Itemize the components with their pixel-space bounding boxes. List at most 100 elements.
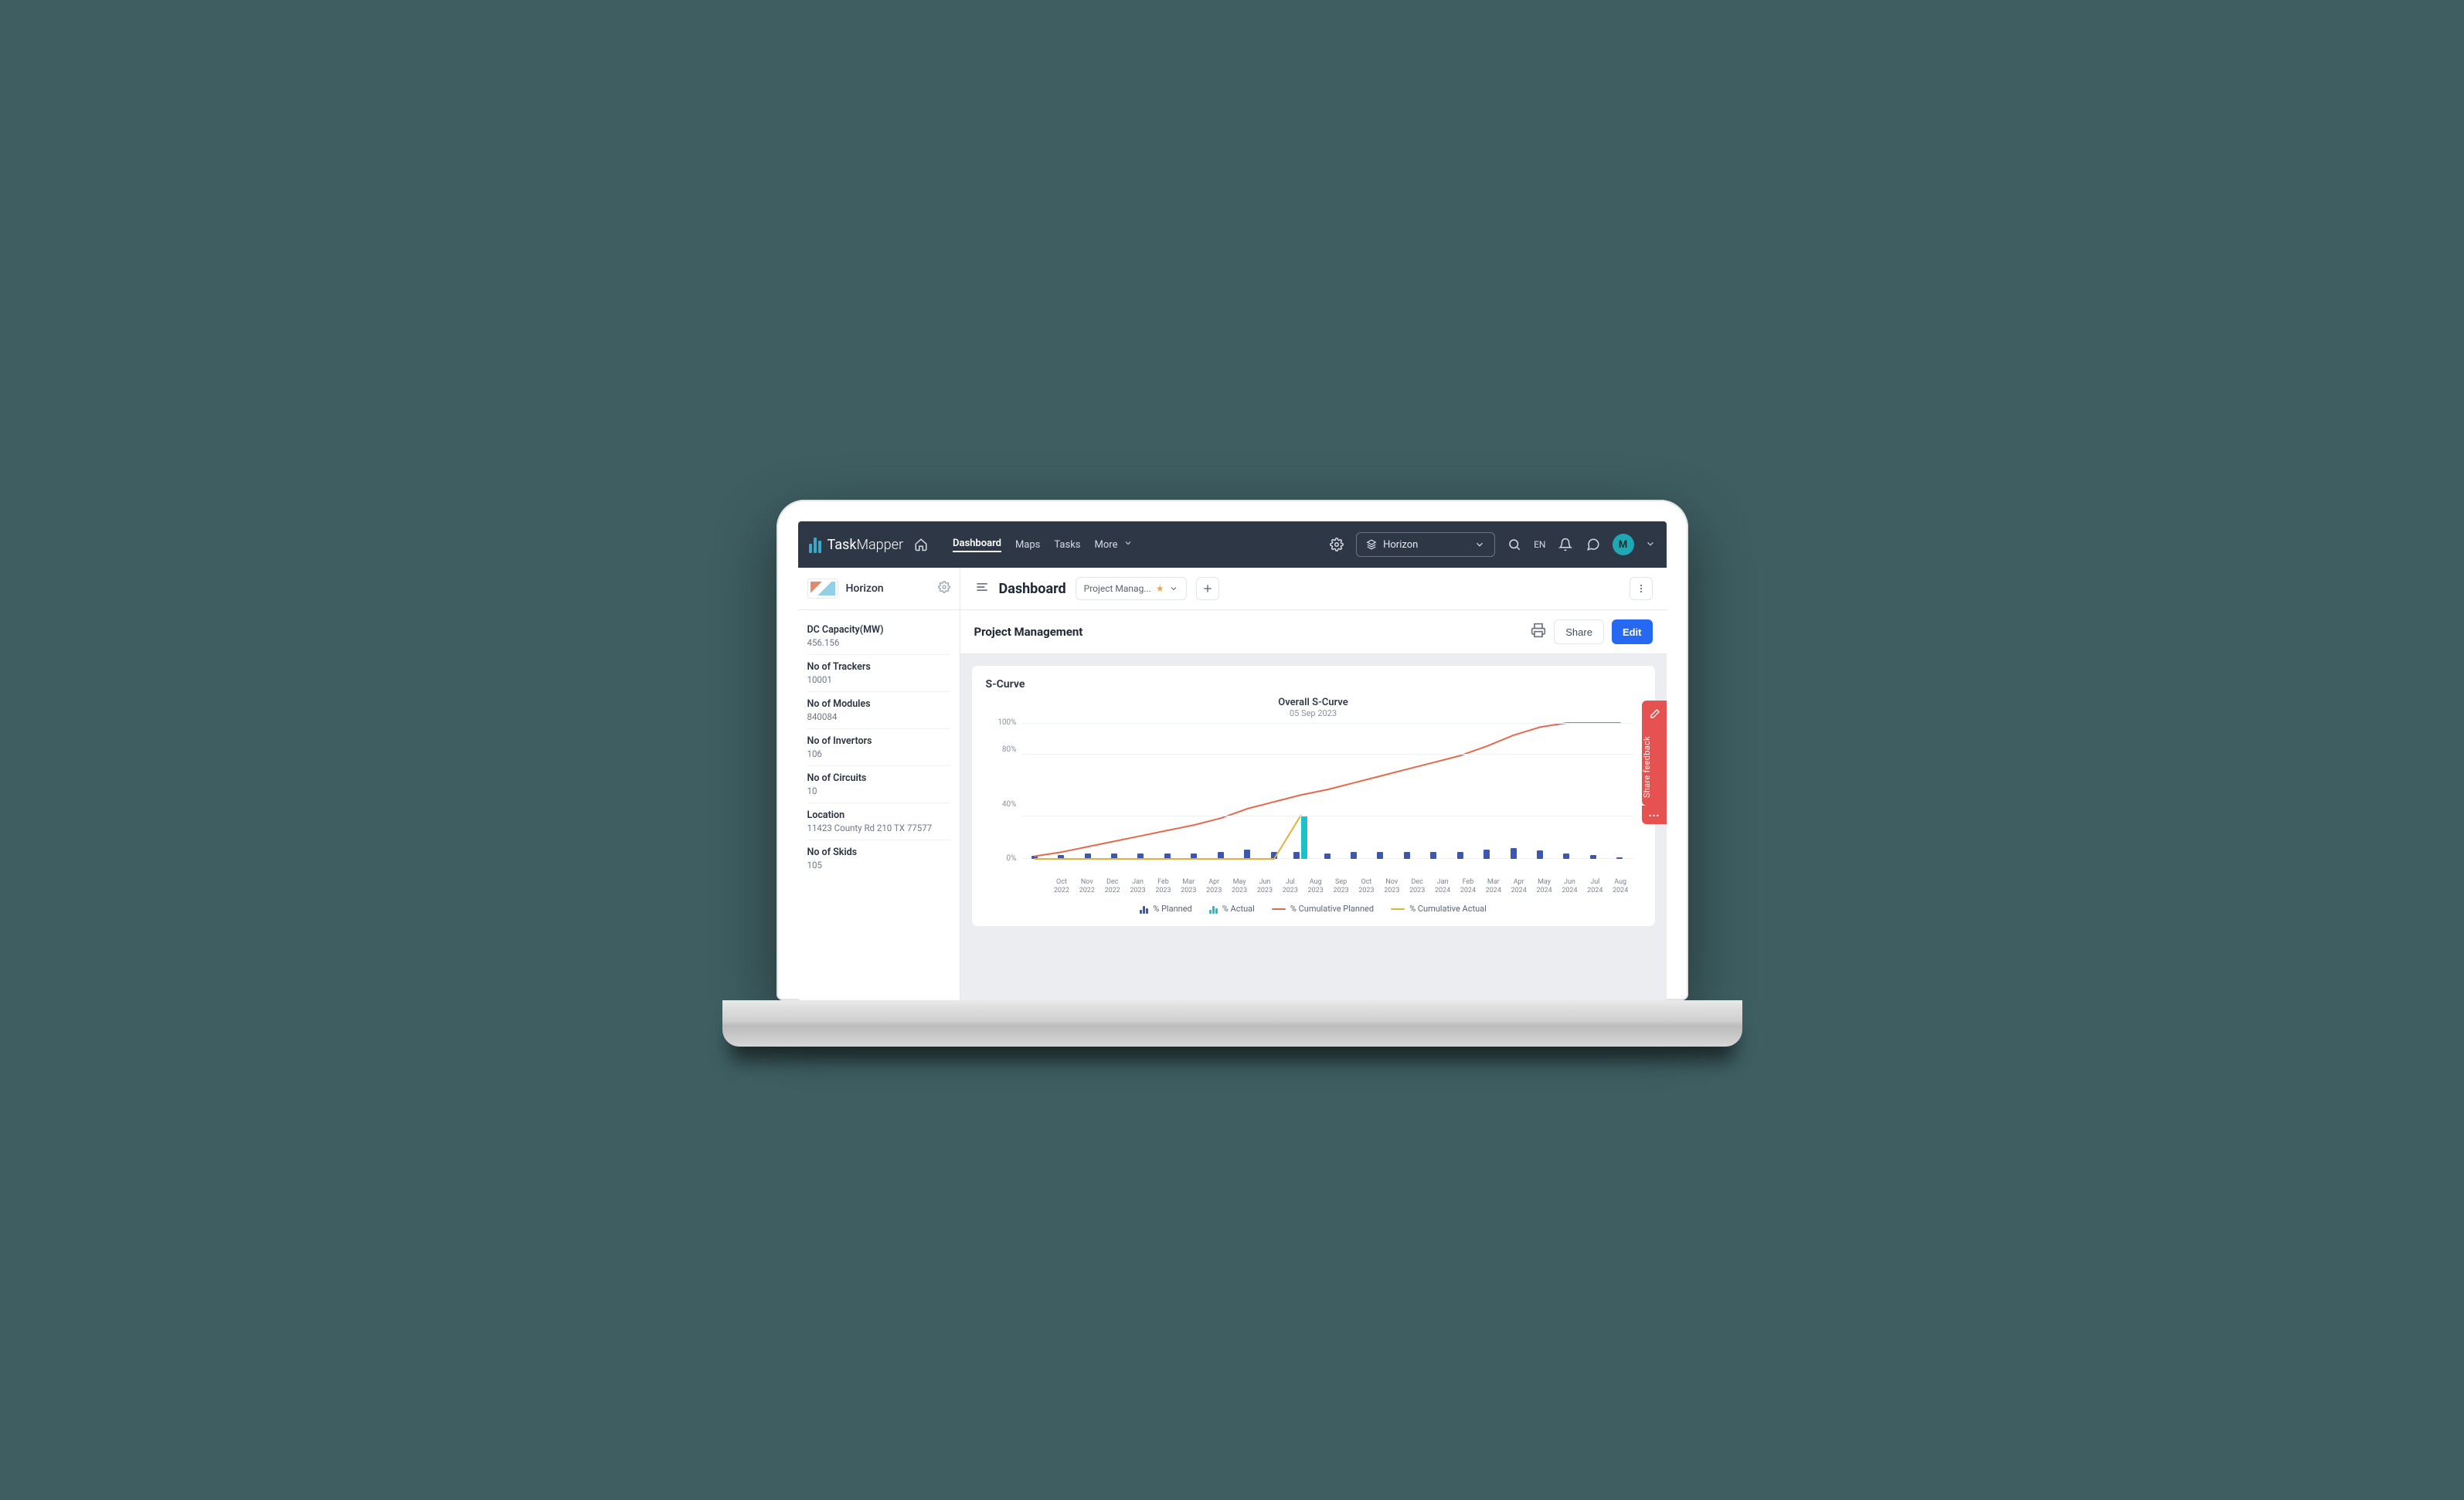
legend-line-icon xyxy=(1391,908,1405,910)
x-tick: Aug2023 xyxy=(1303,878,1328,894)
legend-label: % Cumulative Actual xyxy=(1409,904,1487,914)
x-tick: Aug2024 xyxy=(1608,878,1633,894)
app-logo: TaskMapper xyxy=(809,536,904,553)
legend-bar-icon xyxy=(1209,904,1218,914)
metric-item: No of Invertors 106 xyxy=(807,729,950,766)
chevron-down-icon xyxy=(1123,538,1133,548)
logo-text-a: Task xyxy=(828,537,857,553)
s-curve-chart: 100%80%40%0% Oct2022Nov2022Dec2022Jan202… xyxy=(994,723,1633,877)
search-icon[interactable] xyxy=(1506,536,1523,553)
chat-icon[interactable] xyxy=(1585,536,1602,553)
metric-item: No of Modules 840084 xyxy=(807,692,950,729)
dashboard-tab-label: Project Manag... xyxy=(1084,583,1151,594)
nav-more-label: More xyxy=(1095,539,1118,551)
metric-label: No of Modules xyxy=(807,698,950,710)
x-tick: Mar2023 xyxy=(1176,878,1201,894)
gear-icon[interactable] xyxy=(1328,536,1345,553)
chart-title: Overall S-Curve xyxy=(986,697,1641,708)
y-tick: 40% xyxy=(1002,800,1017,809)
metric-value: 456.156 xyxy=(807,637,950,648)
legend-item[interactable]: % Planned xyxy=(1140,904,1192,914)
page-header: Dashboard Project Manag... ★ xyxy=(960,568,1667,610)
line-cum-actual xyxy=(1035,816,1300,859)
nav-tasks[interactable]: Tasks xyxy=(1054,539,1080,551)
line-cum-planned xyxy=(1035,723,1620,856)
metric-label: No of Invertors xyxy=(807,735,950,747)
avatar-chevron-icon[interactable] xyxy=(1645,538,1656,552)
bell-icon[interactable] xyxy=(1557,536,1574,553)
x-tick: Feb2023 xyxy=(1150,878,1176,894)
feedback-more-icon: ··· xyxy=(1642,806,1667,824)
section-header: Project Management Share Edit xyxy=(960,610,1667,654)
x-tick: Mar2024 xyxy=(1480,878,1506,894)
main-area: Dashboard Project Manag... ★ Project Man… xyxy=(960,568,1667,1000)
x-tick: Jul2024 xyxy=(1582,878,1608,894)
legend-item[interactable]: % Cumulative Planned xyxy=(1272,904,1374,914)
topbar: TaskMapper Dashboard Maps Tasks More xyxy=(798,521,1667,568)
metric-value: 11423 County Rd 210 TX 77577 xyxy=(807,823,950,833)
feedback-label: Share feedback xyxy=(1642,728,1667,806)
x-tick: Jun2023 xyxy=(1252,878,1278,894)
language-toggle[interactable]: EN xyxy=(1534,539,1545,550)
y-tick: 100% xyxy=(997,718,1016,727)
legend-line-icon xyxy=(1272,908,1286,910)
s-curve-card: S-Curve Overall S-Curve 05 Sep 2023 100%… xyxy=(971,665,1656,927)
add-dashboard-button[interactable] xyxy=(1196,577,1219,600)
x-tick: May2023 xyxy=(1227,878,1252,894)
metric-item: DC Capacity(MW) 456.156 xyxy=(807,618,950,655)
logo-text-b: Mapper xyxy=(856,537,903,553)
metric-value: 840084 xyxy=(807,711,950,722)
sidebar-gear-icon[interactable] xyxy=(938,581,950,596)
metric-label: No of Skids xyxy=(807,847,950,858)
home-icon[interactable] xyxy=(913,536,930,553)
legend-label: % Cumulative Planned xyxy=(1290,904,1374,914)
nav-dashboard[interactable]: Dashboard xyxy=(953,538,1001,552)
y-tick: 80% xyxy=(1002,745,1017,754)
logo-icon xyxy=(809,536,821,553)
metric-value: 10 xyxy=(807,786,950,796)
legend-label: % Planned xyxy=(1153,904,1192,914)
x-tick: Nov2023 xyxy=(1379,878,1405,894)
x-tick: Oct2023 xyxy=(1354,878,1379,894)
sidebar-header: Horizon xyxy=(798,568,960,610)
metric-value: 106 xyxy=(807,748,950,759)
nav-maps[interactable]: Maps xyxy=(1015,539,1040,551)
metric-label: Location xyxy=(807,809,950,821)
legend-item[interactable]: % Cumulative Actual xyxy=(1391,904,1487,914)
share-button[interactable]: Share xyxy=(1554,619,1604,644)
y-tick: 0% xyxy=(1007,854,1017,863)
project-select[interactable]: Horizon xyxy=(1356,532,1495,557)
project-select-label: Horizon xyxy=(1383,539,1418,551)
sidebar: Horizon DC Capacity(MW) 456.156No of Tra… xyxy=(798,568,960,1000)
metric-label: No of Circuits xyxy=(807,772,950,784)
edit-button[interactable]: Edit xyxy=(1612,619,1653,644)
chevron-down-icon xyxy=(1474,539,1485,550)
nav-more[interactable]: More xyxy=(1095,538,1133,551)
legend-item[interactable]: % Actual xyxy=(1209,904,1255,914)
avatar[interactable]: M xyxy=(1613,534,1634,555)
x-tick: Nov2022 xyxy=(1074,878,1099,894)
metric-item: No of Trackers 10001 xyxy=(807,655,950,692)
chart-subtitle: 05 Sep 2023 xyxy=(986,708,1641,718)
section-title: Project Management xyxy=(974,625,1524,639)
page-more-button[interactable] xyxy=(1630,577,1653,600)
dashboard-tab[interactable]: Project Manag... ★ xyxy=(1076,577,1187,600)
print-icon[interactable] xyxy=(1531,623,1546,641)
legend-bar-icon xyxy=(1140,904,1148,914)
metric-label: DC Capacity(MW) xyxy=(807,624,950,636)
x-tick: Sep2023 xyxy=(1328,878,1354,894)
main-nav: Dashboard Maps Tasks More xyxy=(953,538,1133,552)
metric-value: 10001 xyxy=(807,674,950,685)
x-tick: Jan2023 xyxy=(1125,878,1150,894)
x-tick: Jul2023 xyxy=(1277,878,1303,894)
x-tick: Feb2024 xyxy=(1456,878,1481,894)
x-tick: Jun2024 xyxy=(1557,878,1582,894)
x-tick: Oct2022 xyxy=(1049,878,1075,894)
menu-icon[interactable] xyxy=(974,579,990,598)
feedback-tab[interactable]: Share feedback ··· xyxy=(1642,701,1667,824)
metric-value: 105 xyxy=(807,860,950,870)
x-tick: Apr2024 xyxy=(1506,878,1531,894)
x-tick: Dec2022 xyxy=(1099,878,1125,894)
x-tick: May2024 xyxy=(1531,878,1557,894)
legend-label: % Actual xyxy=(1222,904,1255,914)
